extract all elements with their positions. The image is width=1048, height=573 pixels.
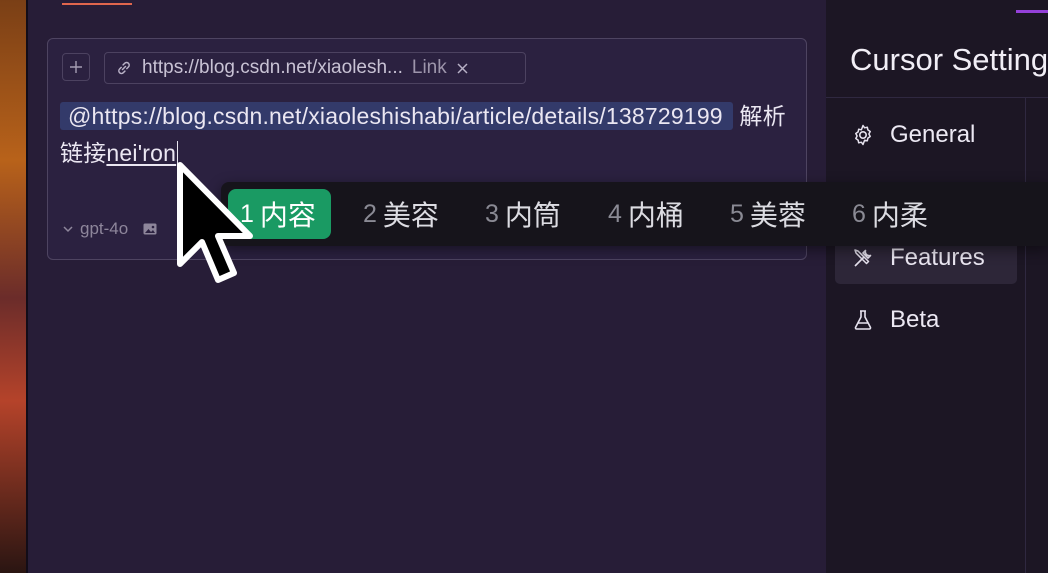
ime-candidate-bar: 1 内容 2 美容 3 内筒 4 内桶 5 美蓉 6 内柔 xyxy=(221,182,1048,246)
chat-panel: https://blog.csdn.net/xiaolesh... Link @… xyxy=(28,0,826,573)
ime-candidate[interactable]: 6 内柔 xyxy=(852,189,928,239)
settings-title: Cursor Settings xyxy=(850,42,1048,77)
link-kind-label: Link xyxy=(411,57,447,78)
ime-candidate[interactable]: 2 美容 xyxy=(363,189,439,239)
ime-candidate[interactable]: 4 内桶 xyxy=(608,189,684,239)
nav-label-features: Features xyxy=(890,244,985,271)
desktop-wallpaper xyxy=(0,0,28,573)
gear-icon xyxy=(851,123,875,147)
divider xyxy=(1025,98,1026,573)
tools-icon xyxy=(851,246,875,270)
ime-candidate[interactable]: 5 美蓉 xyxy=(730,189,806,239)
prompt-input[interactable]: @https://blog.csdn.net/xiaoleshishabi/ar… xyxy=(60,98,800,172)
settings-panel: Cursor Settings General Features Beta xyxy=(826,0,1048,573)
nav-item-general[interactable]: General xyxy=(835,109,1017,161)
chevron-down-icon xyxy=(62,223,74,235)
link-context-chip[interactable]: https://blog.csdn.net/xiaolesh... Link xyxy=(104,52,526,84)
active-tab-indicator xyxy=(62,3,132,5)
plus-icon xyxy=(70,61,82,73)
accent-bar xyxy=(1016,10,1048,13)
close-icon[interactable] xyxy=(456,62,469,75)
add-context-button[interactable] xyxy=(62,53,90,81)
nav-item-beta[interactable]: Beta xyxy=(835,294,1017,346)
ime-candidate[interactable]: 3 内筒 xyxy=(485,189,561,239)
link-icon xyxy=(115,59,133,77)
link-mention[interactable]: @https://blog.csdn.net/xiaoleshishabi/ar… xyxy=(60,102,733,130)
image-icon[interactable] xyxy=(142,221,158,237)
flask-icon xyxy=(851,308,875,332)
mouse-pointer-icon xyxy=(177,162,253,283)
divider xyxy=(826,97,1048,98)
nav-label-general: General xyxy=(890,121,976,148)
model-selector[interactable]: gpt-4o xyxy=(62,219,158,239)
ime-composing-text: nei'ron xyxy=(106,140,177,166)
nav-label-beta: Beta xyxy=(890,306,940,333)
model-name: gpt-4o xyxy=(80,219,129,238)
link-url: https://blog.csdn.net/xiaolesh... xyxy=(142,57,403,78)
